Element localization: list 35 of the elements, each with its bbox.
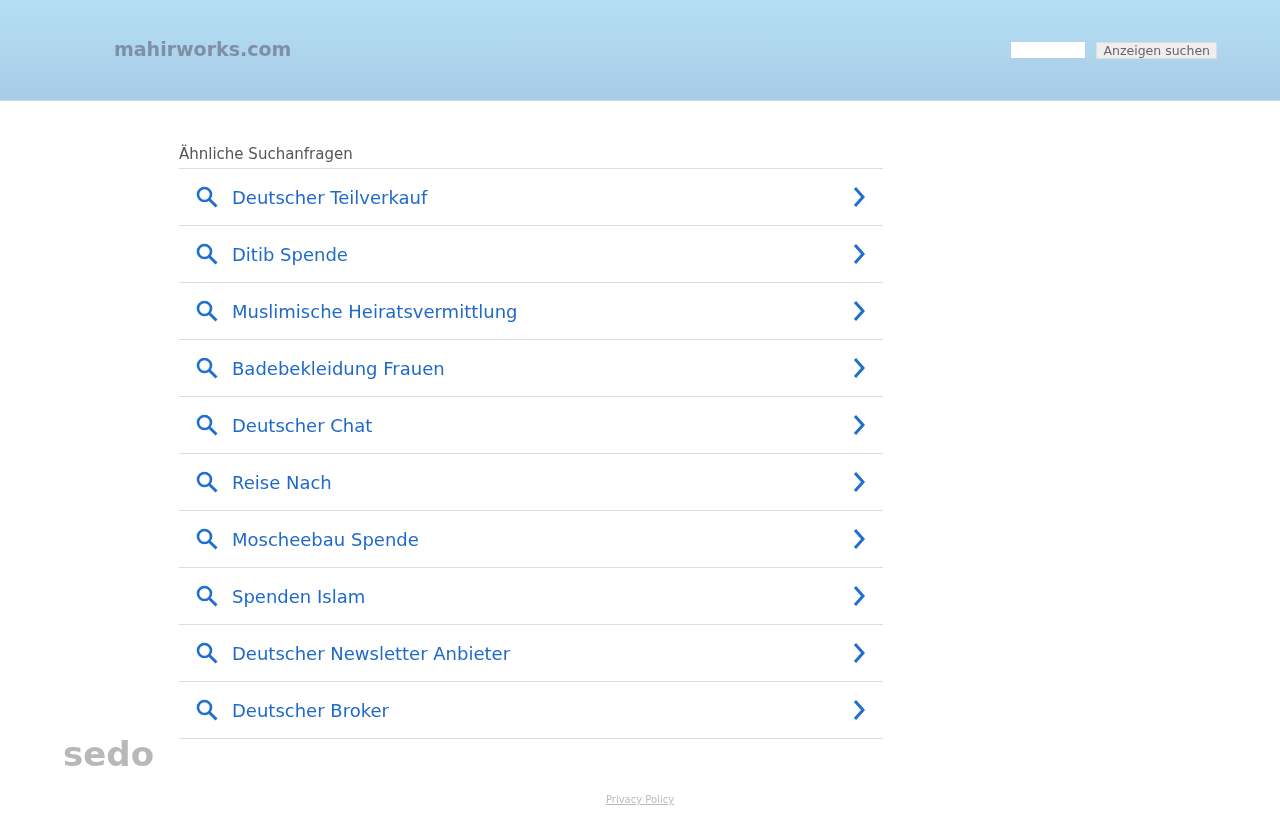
search-icon <box>195 470 219 494</box>
search-icon <box>195 413 219 437</box>
chevron-right-icon <box>852 585 866 607</box>
chevron-right-icon <box>852 357 866 379</box>
search-link[interactable]: Spenden Islam <box>179 568 883 625</box>
search-link[interactable]: Deutscher Teilverkauf <box>179 169 883 226</box>
chevron-right-icon <box>852 414 866 436</box>
section-title: Ähnliche Suchanfragen <box>179 145 883 169</box>
chevron-right-icon <box>852 243 866 265</box>
chevron-right-icon <box>852 528 866 550</box>
search-link[interactable]: Reise Nach <box>179 454 883 511</box>
search-link[interactable]: Moscheebau Spende <box>179 511 883 568</box>
search-link[interactable]: Muslimische Heiratsvermittlung <box>179 283 883 340</box>
search-link[interactable]: Deutscher Newsletter Anbieter <box>179 625 883 682</box>
chevron-right-icon <box>852 300 866 322</box>
search-link[interactable]: Ditib Spende <box>179 226 883 283</box>
search-icon <box>195 527 219 551</box>
search-link[interactable]: Deutscher Broker <box>179 682 883 739</box>
chevron-right-icon <box>852 186 866 208</box>
chevron-right-icon <box>852 471 866 493</box>
search-icon <box>195 698 219 722</box>
chevron-right-icon <box>852 699 866 721</box>
search-link[interactable]: Badebekleidung Frauen <box>179 340 883 397</box>
search-field[interactable] <box>1011 42 1086 58</box>
search-link[interactable]: Deutscher Chat <box>179 397 883 454</box>
search-icon <box>195 356 219 380</box>
search-icon <box>195 185 219 209</box>
domain-title: mahirworks.com <box>114 37 292 60</box>
search-icon <box>195 584 219 608</box>
sedo-logo: sedo <box>63 734 154 774</box>
search-icon <box>195 641 219 665</box>
chevron-right-icon <box>852 642 866 664</box>
search-icon <box>195 242 219 266</box>
search-icon <box>195 299 219 323</box>
search-button[interactable]: Anzeigen suchen <box>1096 41 1217 59</box>
